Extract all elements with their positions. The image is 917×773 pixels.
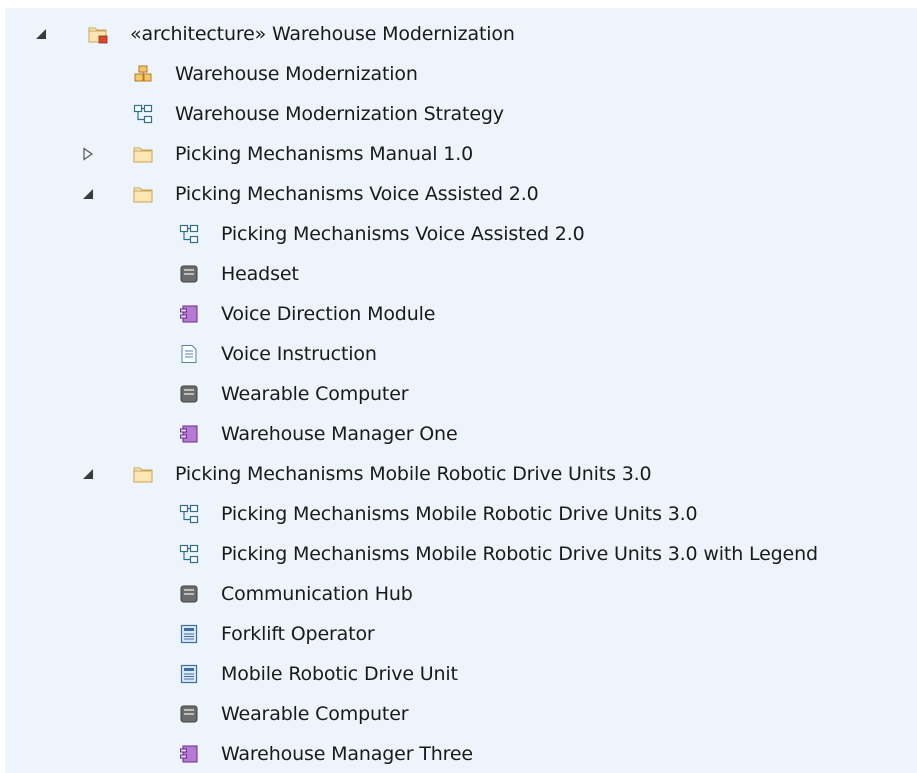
tree-node-label: Forklift Operator [221, 623, 375, 645]
tree-node-label: Mobile Robotic Drive Unit [221, 663, 458, 685]
expanded-triangle-icon[interactable] [81, 187, 95, 201]
package-folder-icon [133, 467, 153, 483]
tree-node-label: Wearable Computer [221, 383, 409, 405]
package-folder-icon [133, 187, 153, 203]
project-browser-tree: «architecture» Warehouse Modernization W… [0, 0, 917, 773]
tree-node-label: Warehouse Modernization [175, 63, 418, 85]
tree-node-label: Voice Instruction [221, 343, 377, 365]
tree-node-label: Communication Hub [221, 583, 413, 605]
package-folder-icon [133, 147, 153, 163]
device-node-icon [180, 265, 198, 283]
tree-node-label: Picking Mechanisms Mobile Robotic Drive … [175, 463, 652, 485]
component-icon [180, 745, 198, 763]
document-icon [181, 345, 197, 363]
execution-environment-icon [180, 624, 198, 644]
device-node-icon [180, 705, 198, 723]
collapsed-triangle-icon[interactable] [81, 147, 95, 161]
diagram-icon [179, 544, 199, 564]
tree-node-label: Picking Mechanisms Voice Assisted 2.0 [221, 223, 585, 245]
component-icon [180, 305, 198, 323]
tree-node-label: Voice Direction Module [221, 303, 436, 325]
device-node-icon [180, 385, 198, 403]
tree-node-label: Picking Mechanisms Mobile Robotic Drive … [221, 543, 818, 565]
expanded-triangle-icon[interactable] [34, 27, 48, 41]
expanded-triangle-icon[interactable] [81, 467, 95, 481]
component-element-icon [134, 65, 152, 82]
device-node-icon [180, 585, 198, 603]
tree-node-label: Wearable Computer [221, 703, 409, 725]
tree-node-label: Picking Mechanisms Manual 1.0 [175, 143, 474, 165]
diagram-icon [179, 224, 199, 244]
tree-node-label: Picking Mechanisms Voice Assisted 2.0 [175, 183, 539, 205]
tree-node-label: Warehouse Modernization Strategy [175, 103, 504, 125]
execution-environment-icon [180, 664, 198, 684]
architecture-package-icon [88, 27, 108, 44]
tree-node-label: «architecture» Warehouse Modernization [130, 23, 515, 45]
tree-node-label: Warehouse Manager Three [221, 743, 473, 765]
tree-node-label: Picking Mechanisms Mobile Robotic Drive … [221, 503, 698, 525]
diagram-icon [179, 504, 199, 524]
tree-node-label: Headset [221, 263, 299, 285]
component-icon [180, 425, 198, 443]
tree-node-label: Warehouse Manager One [221, 423, 458, 445]
diagram-icon [133, 104, 153, 124]
